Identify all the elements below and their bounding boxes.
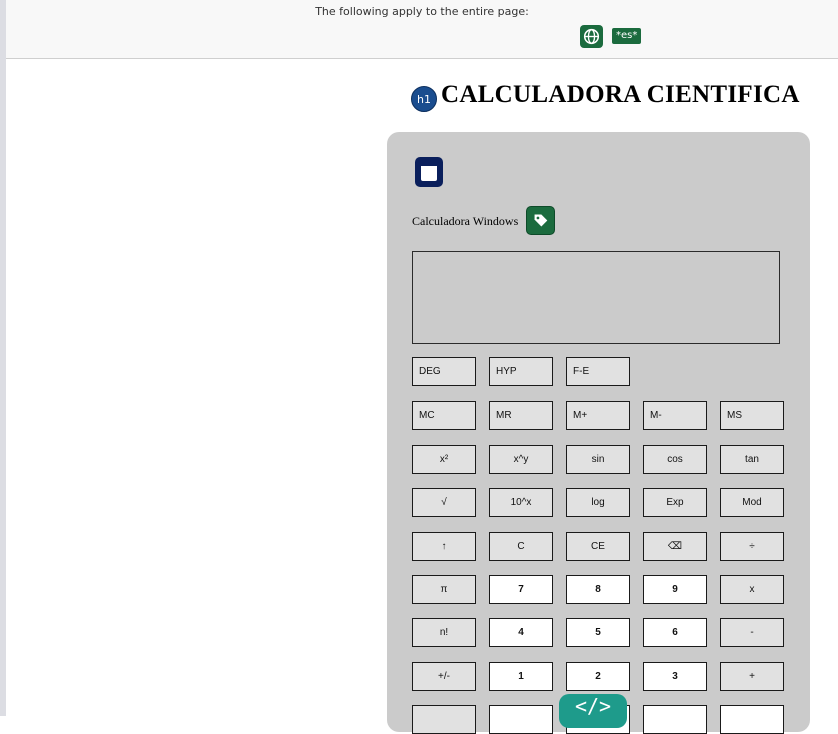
subtract-button[interactable]: - (720, 618, 784, 647)
mode-button[interactable]: F-E (566, 357, 630, 386)
function-button[interactable] (412, 705, 476, 734)
function-button[interactable]: Mod (720, 488, 784, 517)
mode-button[interactable]: HYP (489, 357, 553, 386)
digit-button[interactable]: 3 (643, 662, 707, 691)
page-title: CALCULADORA CIENTIFICA (441, 81, 800, 108)
globe-icon[interactable] (580, 25, 603, 48)
function-button[interactable]: cos (643, 445, 707, 474)
multiply-button[interactable]: x (720, 575, 784, 604)
digit-button[interactable] (489, 705, 553, 734)
digit-button[interactable]: 9 (643, 575, 707, 604)
memory-button[interactable]: MC (412, 401, 476, 430)
function-button[interactable]: 10^x (489, 488, 553, 517)
digit-button[interactable]: 1 (489, 662, 553, 691)
heading-level-badge: h1 (411, 86, 437, 112)
memory-button[interactable]: MR (489, 401, 553, 430)
code-icon[interactable]: </> (559, 694, 627, 728)
memory-button[interactable]: M+ (566, 401, 630, 430)
mode-button[interactable]: DEG (412, 357, 476, 386)
function-button[interactable]: Exp (643, 488, 707, 517)
digit-button[interactable]: 6 (643, 618, 707, 647)
divide-button[interactable]: ÷ (720, 532, 784, 561)
factorial-button[interactable]: n! (412, 618, 476, 647)
tag-icon[interactable] (526, 206, 555, 235)
add-button[interactable]: + (720, 662, 784, 691)
backspace-button[interactable]: ⌫ (643, 532, 707, 561)
clear-button[interactable]: C (489, 532, 553, 561)
calculator-label: Calculadora Windows (412, 214, 519, 228)
clear-entry-button[interactable]: CE (566, 532, 630, 561)
memory-button[interactable]: M- (643, 401, 707, 430)
digit-button[interactable]: 5 (566, 618, 630, 647)
function-button[interactable]: tan (720, 445, 784, 474)
applies-text: The following apply to the entire page: (315, 5, 529, 18)
function-button[interactable]: √ (412, 488, 476, 517)
pi-button[interactable]: π (412, 575, 476, 604)
digit-button[interactable] (643, 705, 707, 734)
negate-button[interactable]: +/- (412, 662, 476, 691)
page-info-bar: The following apply to the entire page: (6, 0, 838, 59)
language-badge[interactable]: *es* (612, 28, 642, 44)
calculator-display (412, 251, 780, 344)
equals-button[interactable] (720, 705, 784, 734)
left-rail (0, 0, 6, 716)
digit-button[interactable]: 8 (566, 575, 630, 604)
digit-button[interactable]: 2 (566, 662, 630, 691)
function-button[interactable]: log (566, 488, 630, 517)
window-icon[interactable] (415, 157, 443, 187)
digit-button[interactable]: 4 (489, 618, 553, 647)
function-button[interactable]: x² (412, 445, 476, 474)
function-button[interactable]: sin (566, 445, 630, 474)
digit-button[interactable]: 7 (489, 575, 553, 604)
function-button[interactable]: x^y (489, 445, 553, 474)
shift-button[interactable]: ↑ (412, 532, 476, 561)
memory-button[interactable]: MS (720, 401, 784, 430)
